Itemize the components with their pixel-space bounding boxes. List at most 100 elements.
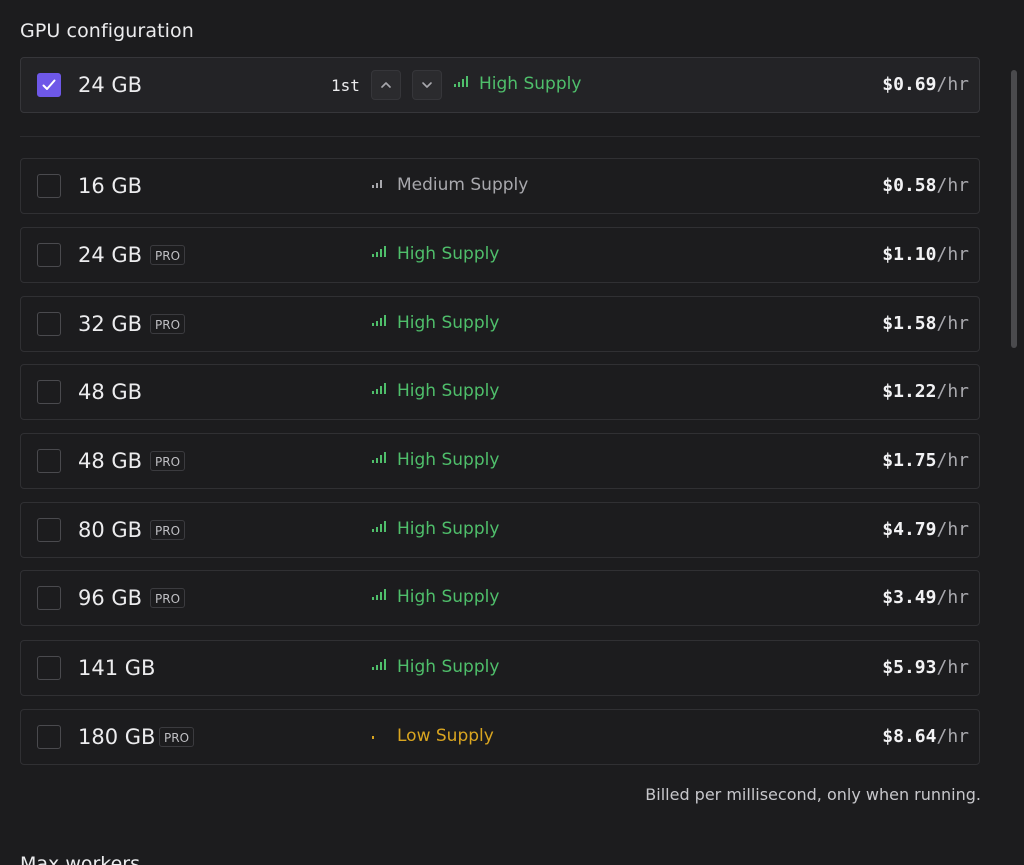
move-up-button[interactable] — [371, 70, 401, 100]
gpu-price: $8.64/hr — [882, 726, 969, 747]
gpu-option-row[interactable]: 16 GB Medium Supply $0.58/hr — [20, 158, 980, 214]
pro-badge: PRO — [150, 520, 186, 540]
supply-label: High Supply — [397, 313, 500, 333]
gpu-size: 180 GB — [78, 725, 156, 749]
gpu-option-row[interactable]: 24 GB PRO High Supply $1.10/hr — [20, 227, 980, 283]
gpu-checkbox[interactable] — [37, 586, 61, 610]
gpu-price: $5.93/hr — [882, 657, 969, 678]
gpu-size: 80 GB — [78, 518, 143, 542]
price-amount: $1.22 — [882, 381, 937, 402]
pro-badge: PRO — [150, 314, 186, 334]
gpu-option-row[interactable]: 96 GB PRO High Supply $3.49/hr — [20, 570, 980, 626]
gpu-price: $1.22/hr — [882, 381, 969, 402]
billing-note: Billed per millisecond, only when runnin… — [645, 785, 981, 804]
chevron-up-icon — [381, 82, 391, 88]
gpu-price: $4.79/hr — [882, 519, 969, 540]
check-icon — [42, 79, 56, 90]
supply-label: High Supply — [397, 381, 500, 401]
gpu-option-row[interactable]: 48 GB High Supply $1.22/hr — [20, 364, 980, 420]
gpu-checkbox[interactable] — [37, 243, 61, 267]
gpu-checkbox[interactable] — [37, 312, 61, 336]
gpu-checkbox-selected[interactable] — [37, 73, 61, 97]
signal-bars-icon — [372, 585, 388, 605]
gpu-price: $1.10/hr — [882, 244, 969, 265]
signal-bars-icon — [372, 517, 388, 537]
gpu-price: $1.75/hr — [882, 450, 969, 471]
priority-rank: 1st — [331, 76, 360, 95]
signal-bars-icon — [372, 379, 388, 399]
chevron-down-icon — [422, 82, 432, 88]
selected-gpu-row[interactable]: 24 GB 1st High Supply $0.69/hr — [20, 57, 980, 113]
price-unit: /hr — [936, 313, 969, 334]
supply-indicator: High Supply — [372, 657, 499, 677]
price-amount: $8.64 — [882, 726, 937, 747]
supply-indicator: Medium Supply — [372, 175, 528, 195]
move-down-button[interactable] — [412, 70, 442, 100]
gpu-size: 141 GB — [78, 656, 156, 680]
price-amount: $5.93 — [882, 657, 937, 678]
price-amount: $0.58 — [882, 175, 937, 196]
supply-indicator: High Supply — [372, 450, 499, 470]
signal-bars-icon — [372, 311, 388, 331]
gpu-size: 16 GB — [78, 174, 143, 198]
scrollbar-thumb[interactable] — [1011, 70, 1017, 348]
supply-indicator: High Supply — [454, 74, 581, 94]
price-unit: /hr — [936, 450, 969, 471]
supply-label: High Supply — [397, 657, 500, 677]
gpu-option-row[interactable]: 180 GB PRO Low Supply $8.64/hr — [20, 709, 980, 765]
signal-bars-icon — [372, 724, 388, 744]
price-amount: $1.10 — [882, 244, 937, 265]
supply-indicator: High Supply — [372, 244, 499, 264]
section-title: GPU configuration — [20, 20, 194, 42]
gpu-checkbox[interactable] — [37, 656, 61, 680]
gpu-price: $0.69/hr — [882, 74, 969, 95]
gpu-configuration-panel: GPU configuration 24 GB 1st High Supply … — [0, 0, 1024, 865]
gpu-size: 96 GB — [78, 586, 143, 610]
signal-bars-icon — [372, 448, 388, 468]
pro-badge: PRO — [159, 727, 195, 747]
signal-bars-icon — [372, 655, 388, 675]
gpu-checkbox[interactable] — [37, 380, 61, 404]
gpu-option-row[interactable]: 80 GB PRO High Supply $4.79/hr — [20, 502, 980, 558]
supply-label: High Supply — [397, 244, 500, 264]
price-amount: $1.75 — [882, 450, 937, 471]
supply-indicator: Low Supply — [372, 726, 494, 746]
price-unit: /hr — [936, 74, 969, 95]
gpu-price: $3.49/hr — [882, 587, 969, 608]
gpu-option-row[interactable]: 141 GB High Supply $5.93/hr — [20, 640, 980, 696]
pro-badge: PRO — [150, 451, 186, 471]
price-unit: /hr — [936, 657, 969, 678]
gpu-size: 32 GB — [78, 312, 143, 336]
supply-label: Low Supply — [397, 726, 494, 746]
signal-bars-icon — [372, 173, 388, 193]
price-unit: /hr — [936, 244, 969, 265]
pro-badge: PRO — [150, 588, 186, 608]
supply-label: Medium Supply — [397, 175, 529, 195]
price-unit: /hr — [936, 519, 969, 540]
signal-bars-icon — [372, 242, 388, 262]
gpu-option-row[interactable]: 32 GB PRO High Supply $1.58/hr — [20, 296, 980, 352]
gpu-option-row[interactable]: 48 GB PRO High Supply $1.75/hr — [20, 433, 980, 489]
supply-indicator: High Supply — [372, 519, 499, 539]
gpu-price: $0.58/hr — [882, 175, 969, 196]
supply-label: High Supply — [397, 450, 500, 470]
price-unit: /hr — [936, 175, 969, 196]
supply-indicator: High Supply — [372, 381, 499, 401]
supply-indicator: High Supply — [372, 587, 499, 607]
price-unit: /hr — [936, 587, 969, 608]
gpu-checkbox[interactable] — [37, 449, 61, 473]
price-amount: $4.79 — [882, 519, 937, 540]
price-amount: $0.69 — [882, 74, 937, 95]
supply-label: High Supply — [397, 519, 500, 539]
gpu-checkbox[interactable] — [37, 518, 61, 542]
gpu-checkbox[interactable] — [37, 174, 61, 198]
gpu-size: 24 GB — [78, 73, 143, 97]
gpu-size: 48 GB — [78, 449, 143, 473]
price-amount: $3.49 — [882, 587, 937, 608]
supply-indicator: High Supply — [372, 313, 499, 333]
price-unit: /hr — [936, 381, 969, 402]
gpu-checkbox[interactable] — [37, 725, 61, 749]
scrollbar[interactable] — [1011, 70, 1017, 350]
price-amount: $1.58 — [882, 313, 937, 334]
signal-bars-icon — [454, 72, 470, 92]
